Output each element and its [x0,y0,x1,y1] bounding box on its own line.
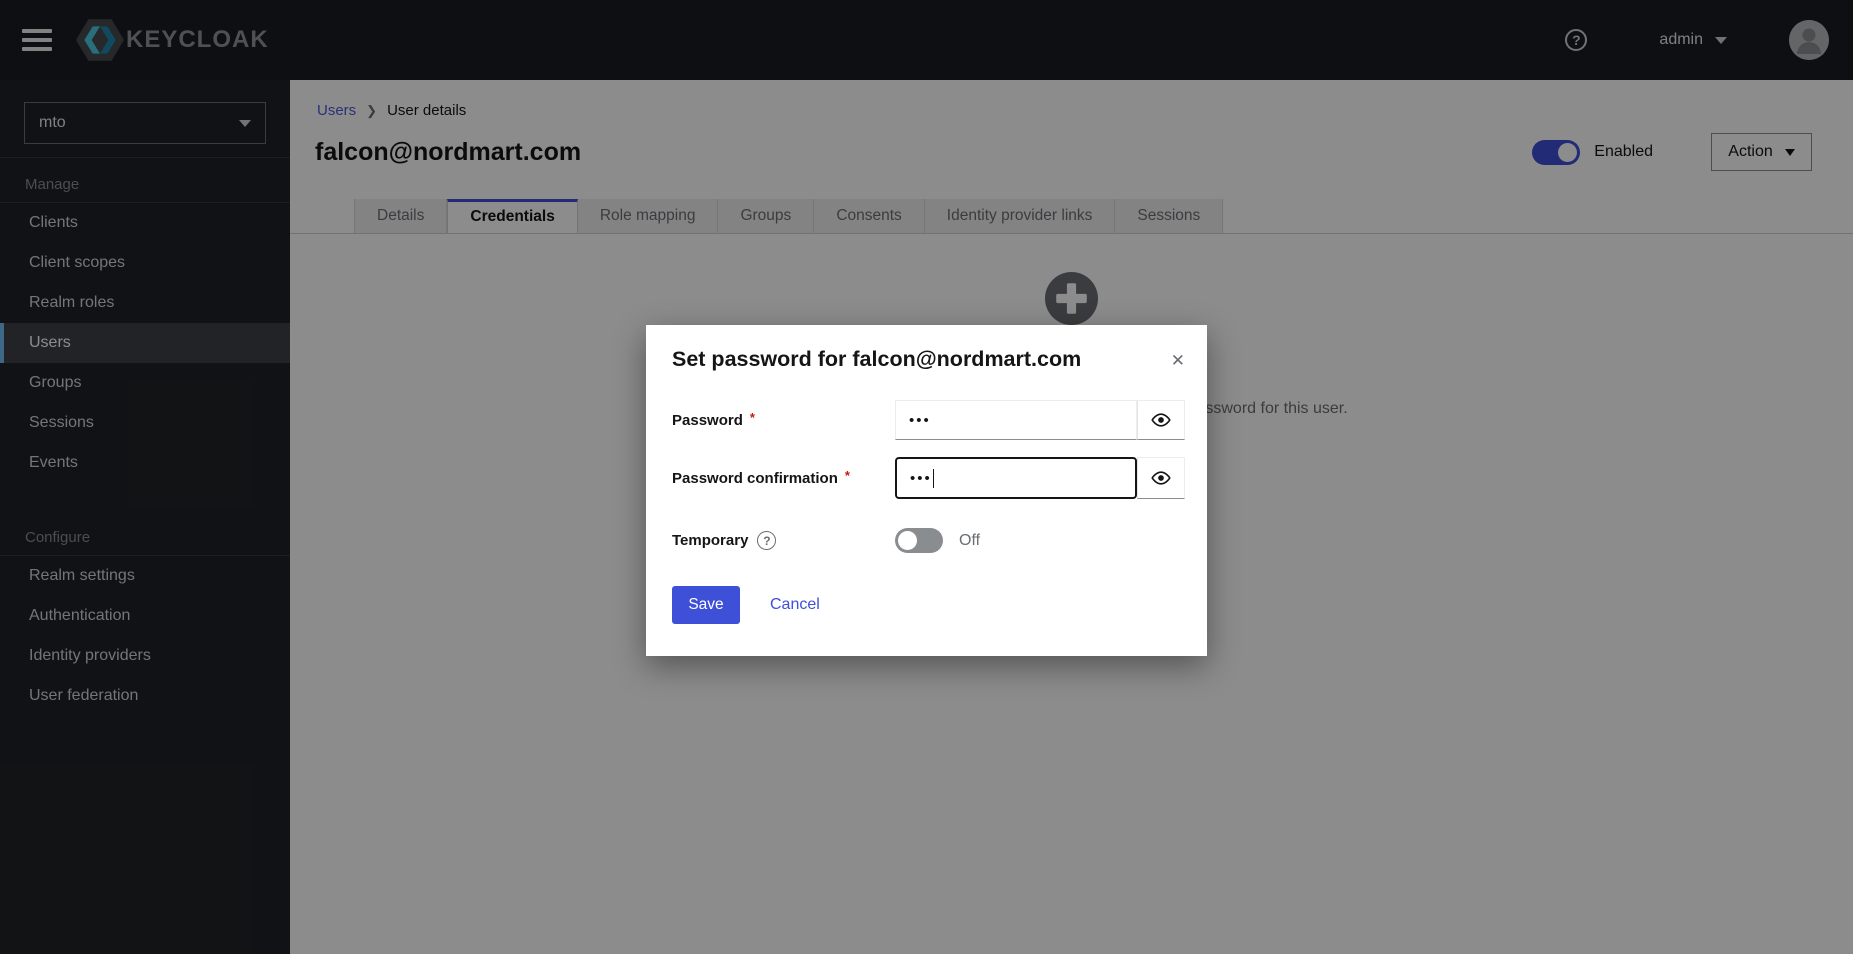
temporary-label: Temporary [672,532,748,549]
save-button[interactable]: Save [672,586,740,624]
required-asterisk: * [845,468,850,483]
eye-icon [1151,410,1171,430]
text-cursor [933,469,935,488]
show-password-confirmation-button[interactable] [1137,457,1185,499]
eye-icon [1151,468,1171,488]
password-label: Password [672,412,743,429]
password-value: ••• [909,412,931,429]
cancel-button[interactable]: Cancel [770,596,820,614]
set-password-modal: Set password for falcon@nordmart.com ✕ P… [646,325,1207,656]
password-confirmation-label: Password confirmation [672,470,838,487]
modal-title: Set password for falcon@nordmart.com [672,347,1181,372]
temporary-toggle[interactable] [895,528,943,553]
show-password-button[interactable] [1137,400,1185,440]
password-input[interactable]: ••• [895,400,1137,440]
password-confirmation-value: ••• [910,470,932,487]
temporary-toggle-state: Off [959,532,980,550]
help-circle-icon[interactable]: ? [757,531,776,550]
password-confirmation-input[interactable]: ••• [895,457,1137,499]
close-icon[interactable]: ✕ [1171,351,1185,371]
required-asterisk: * [750,410,755,425]
